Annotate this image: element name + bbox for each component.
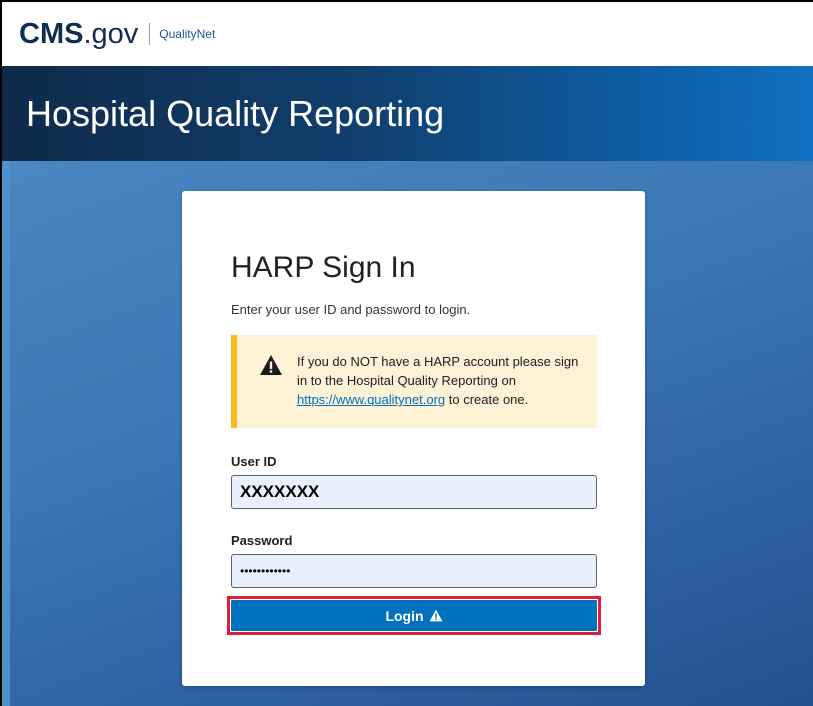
alert-text-after: to create one.	[445, 392, 529, 407]
cms-logo[interactable]: CMS	[19, 18, 83, 51]
password-label: Password	[231, 533, 293, 548]
browser-frame: CMS .gov QualityNet Hospital Quality Repo…	[0, 0, 813, 706]
left-strip	[2, 161, 10, 706]
password-input[interactable]	[231, 554, 597, 588]
login-button-highlight: Login	[227, 596, 601, 635]
qualitynet-link[interactable]: QualityNet	[159, 27, 215, 41]
qualitynet-url-link[interactable]: https://www.qualitynet.org	[297, 392, 445, 407]
alert-message: If you do NOT have a HARP account please…	[297, 352, 583, 409]
warning-icon	[260, 355, 282, 375]
login-button[interactable]: Login	[231, 600, 597, 631]
login-button-label: Login	[385, 607, 424, 624]
cms-logo-gov[interactable]: .gov	[83, 18, 138, 51]
page-title: Hospital Quality Reporting	[26, 92, 445, 134]
alert-text-before: If you do NOT have a HARP account please…	[297, 354, 579, 388]
logo-divider	[149, 23, 151, 45]
hero-banner: Hospital Quality Reporting	[2, 66, 813, 161]
signin-card: HARP Sign In Enter your user ID and pass…	[182, 191, 645, 686]
warning-icon	[429, 609, 442, 622]
top-bar: CMS .gov QualityNet	[2, 2, 813, 66]
signin-title: HARP Sign In	[231, 251, 416, 284]
user-id-label: User ID	[231, 454, 277, 469]
signin-subtitle: Enter your user ID and password to login…	[231, 302, 471, 317]
main-content: HARP Sign In Enter your user ID and pass…	[2, 161, 813, 706]
warning-alert: If you do NOT have a HARP account please…	[231, 335, 597, 428]
user-id-input[interactable]	[231, 475, 597, 509]
